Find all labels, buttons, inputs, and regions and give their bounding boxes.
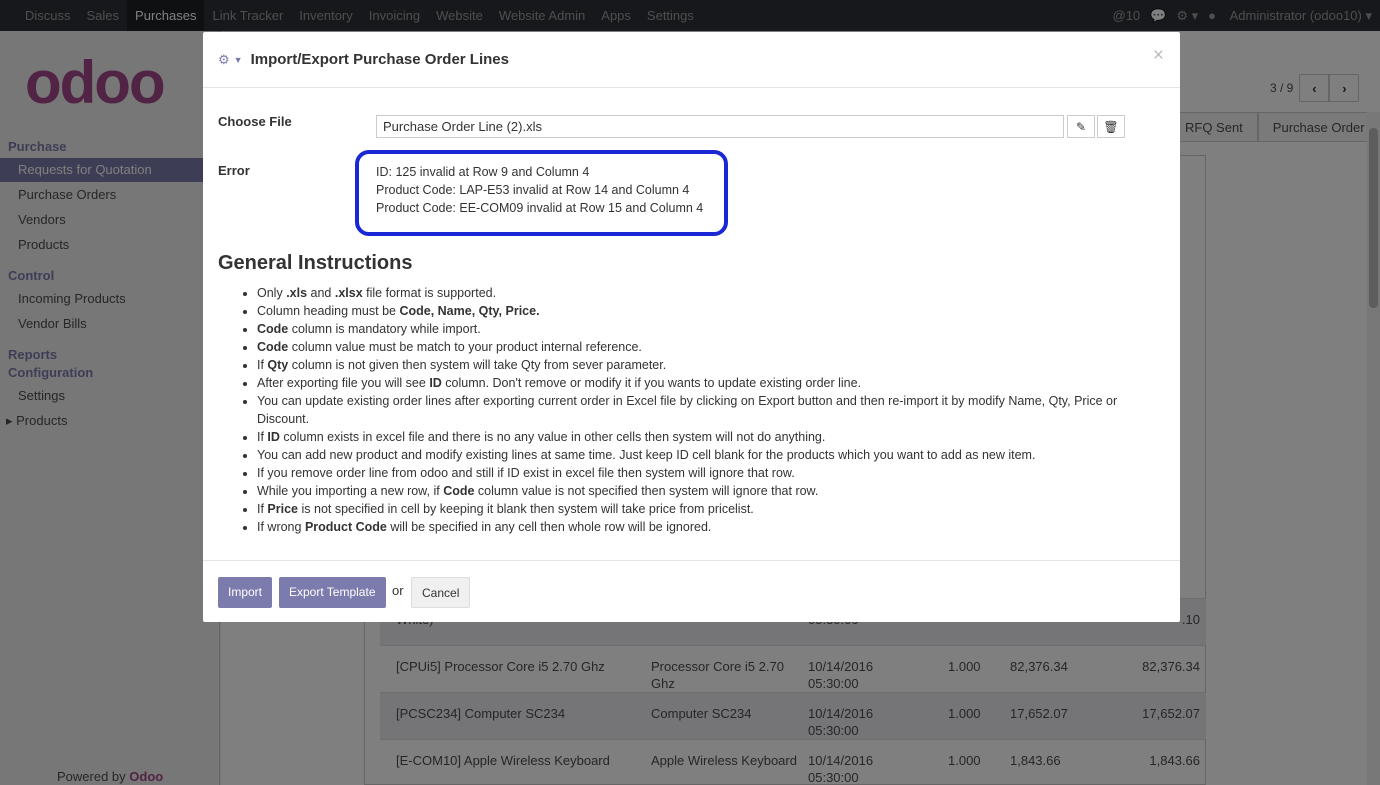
instruction-item: If wrong Product Code will be specified … [257,518,1161,536]
error-label: Error [218,163,250,178]
dialog-title: Import/Export Purchase Order Lines [250,51,509,68]
instruction-item: Column heading must be Code, Name, Qty, … [257,302,1161,320]
instruction-item: You can add new product and modify exist… [257,446,1161,464]
instruction-item: You can update existing order lines afte… [257,392,1161,428]
edit-file-button[interactable]: ✎ [1067,115,1095,138]
chevron-down-icon[interactable]: ▼ [234,55,243,65]
instruction-item: After exporting file you will see ID col… [257,374,1161,392]
delete-file-button[interactable]: 🗑 [1097,115,1125,138]
choose-file-label: Choose File [218,114,292,129]
import-export-dialog: ⚙ ▼ Import/Export Purchase Order Lines ×… [203,32,1180,622]
file-input[interactable]: Purchase Order Line (2).xls [376,115,1064,138]
trash-icon: 🗑 [1103,119,1119,134]
instructions-list: Only .xls and .xlsx file format is suppo… [241,284,1161,536]
instruction-item: If Qty column is not given then system w… [257,356,1161,374]
or-text: or [392,583,404,598]
bug-icon[interactable]: ⚙ [218,52,230,68]
pencil-icon: ✎ [1075,119,1087,134]
instruction-item: Code column is mandatory while import. [257,320,1161,338]
instruction-item: Only .xls and .xlsx file format is suppo… [257,284,1161,302]
instruction-item: If ID column exists in excel file and th… [257,428,1161,446]
export-template-button[interactable]: Export Template [279,577,386,608]
cancel-button[interactable]: Cancel [411,577,471,608]
error-line: Product Code: EE-COM09 invalid at Row 15… [376,201,704,215]
import-button[interactable]: Import [218,577,273,608]
error-line: Product Code: LAP-E53 invalid at Row 14 … [376,183,690,197]
dialog-header: ⚙ ▼ Import/Export Purchase Order Lines [203,32,1180,88]
instruction-item: If Price is not specified in cell by kee… [257,500,1161,518]
instructions-heading: General Instructions [218,252,413,274]
instruction-item: While you importing a new row, if Code c… [257,482,1161,500]
instruction-item: Code column value must be match to your … [257,338,1161,356]
instruction-item: If you remove order line from odoo and s… [257,464,1161,482]
error-line: ID: 125 invalid at Row 9 and Column 4 [376,165,590,179]
close-icon[interactable]: × [1153,45,1164,67]
